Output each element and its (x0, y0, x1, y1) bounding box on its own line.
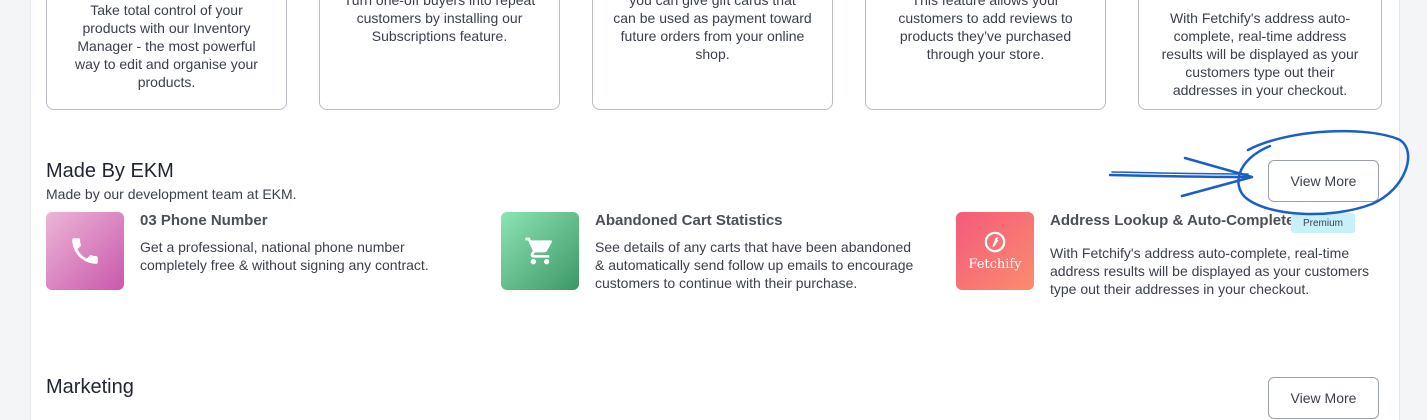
feature-card-description: Take total control of your products with… (75, 2, 258, 90)
feature-card-description: With Fetchify's address auto- complete, … (1161, 10, 1359, 98)
feature-card-gift-cards[interactable]: you can give gift cards that can be used… (592, 0, 833, 110)
app-description: With Fetchify's address auto-complete, r… (1050, 245, 1370, 297)
feature-card-inventory[interactable]: Take total control of your products with… (46, 0, 287, 110)
premium-badge: Premium (1291, 213, 1355, 233)
cart-icon (501, 212, 579, 290)
view-more-button-marketing[interactable]: View More (1268, 377, 1379, 419)
app-name: Address Lookup & Auto-Complete (1050, 212, 1295, 229)
section-title-made-by-ekm: Made By EKM (46, 160, 174, 182)
view-more-button[interactable]: View More (1268, 160, 1379, 202)
app-name: Abandoned Cart Statistics (595, 212, 783, 229)
feature-card-reviews[interactable]: This feature allows your customers to ad… (865, 0, 1106, 110)
phone-icon (46, 212, 124, 290)
app-item-abandoned-cart[interactable]: Abandoned Cart Statistics See details of… (501, 212, 941, 292)
app-description: See details of any carts that have been … (595, 239, 914, 291)
fetchify-logo: Fetchify (956, 212, 1034, 290)
feature-card-address-lookup[interactable]: With Fetchify's address auto- complete, … (1138, 0, 1382, 110)
app-description: Get a professional, national phone numbe… (140, 239, 429, 273)
fetchify-mark-icon (984, 231, 1006, 252)
app-name: 03 Phone Number (140, 212, 268, 229)
section-title-marketing: Marketing (46, 376, 134, 398)
feature-card-description: Turn one-off buyers into repeat customer… (343, 0, 536, 44)
app-item-phone-number[interactable]: 03 Phone Number Get a professional, nati… (46, 212, 476, 292)
feature-card-subscriptions[interactable]: Turn one-off buyers into repeat customer… (319, 0, 560, 110)
feature-card-description: you can give gift cards that can be used… (613, 0, 812, 62)
section-subtitle: Made by our development team at EKM. (46, 186, 297, 202)
fetchify-logo-text: Fetchify (968, 256, 1022, 272)
feature-card-description: This feature allows your customers to ad… (898, 0, 1073, 62)
